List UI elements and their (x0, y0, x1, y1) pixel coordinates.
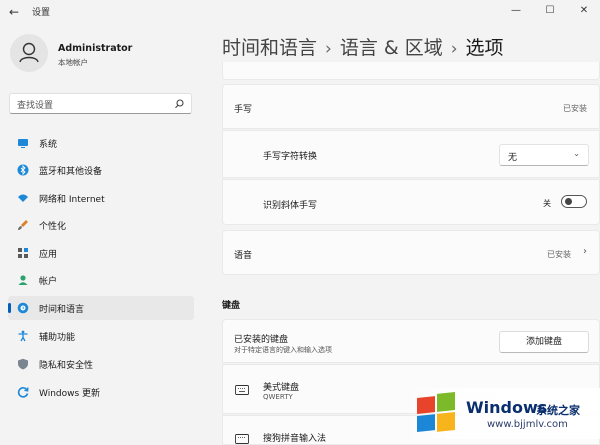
breadcrumb: 时间和语言 › 语言 & 区域 › 选项 (222, 33, 504, 60)
minimize-icon[interactable]: — (504, 2, 528, 20)
sidebar-item-time-language[interactable]: 时间和语言 (8, 296, 194, 320)
add-keyboard-button[interactable]: 添加键盘 (499, 331, 589, 353)
keyboard-layout-name: 搜狗拼音输入法 (263, 434, 327, 444)
sidebar-item-bluetooth[interactable]: 蓝牙和其他设备 (8, 158, 194, 182)
user-account-type: 本地帐户 (58, 58, 88, 67)
sidebar-item-accessibility[interactable]: 辅助功能 (8, 324, 194, 348)
globe-clock-icon (17, 302, 29, 314)
sidebar-item-windows-update[interactable]: Windows 更新 (8, 380, 194, 404)
keyboard-icon (235, 434, 249, 444)
conversion-label: 手写字符转换 (263, 152, 318, 162)
toggle-knob (565, 198, 572, 205)
conversion-dropdown[interactable]: 无 ⌄ (499, 144, 589, 166)
search-input[interactable]: 查找设置 (17, 98, 53, 111)
italic-handwriting-row: 识别斜体手写 关 (222, 179, 600, 225)
sidebar-item-label: 应用 (39, 250, 58, 260)
sidebar-item-network[interactable]: 网络和 Internet (8, 186, 194, 210)
keyboard-section-title: 键盘 (222, 301, 241, 311)
conversion-value: 无 (508, 153, 518, 163)
sidebar-item-label: 系统 (39, 140, 58, 150)
sidebar-item-accounts[interactable]: 帐户 (8, 268, 194, 292)
close-icon[interactable]: ✕ (572, 2, 596, 20)
watermark-url: www.bjjmlv.com (487, 419, 568, 430)
sidebar-item-label: Windows 更新 (39, 389, 101, 399)
user-name: Administrator (58, 43, 133, 54)
search-box[interactable]: 查找设置 (9, 93, 192, 114)
keyboard-layout-name: 美式键盘 (263, 383, 300, 393)
italic-label: 识别斜体手写 (263, 201, 318, 211)
display-icon (18, 139, 28, 148)
sidebar-item-label: 蓝牙和其他设备 (39, 167, 103, 177)
speech-status: 已安装 (547, 250, 571, 259)
person-icon (18, 275, 28, 285)
sidebar-item-privacy[interactable]: 隐私和安全性 (8, 352, 194, 376)
handwriting-header-row[interactable]: 手写 已安装 (222, 84, 600, 129)
back-arrow-icon[interactable]: ← (6, 4, 22, 20)
italic-state: 关 (543, 199, 551, 208)
sidebar-item-label: 隐私和安全性 (39, 361, 94, 371)
sidebar-item-personalization[interactable]: 个性化 (8, 213, 194, 237)
breadcrumb-separator: › (450, 39, 458, 59)
accessibility-icon (18, 330, 28, 342)
installed-keyboards-desc: 对于特定语言的键入和输入选项 (234, 346, 332, 354)
breadcrumb-separator: › (325, 39, 332, 59)
sidebar-item-system[interactable]: 系统 (8, 131, 194, 155)
sidebar-item-label: 网络和 Internet (39, 195, 105, 205)
maximize-icon[interactable]: ☐ (538, 2, 562, 20)
apps-icon (18, 248, 28, 258)
speech-label: 语音 (234, 251, 253, 261)
sidebar-item-label: 时间和语言 (39, 305, 85, 315)
chevron-down-icon: ⌄ (573, 149, 580, 158)
bluetooth-icon (17, 164, 29, 176)
breadcrumb-time-language[interactable]: 时间和语言 (222, 37, 317, 59)
italic-toggle[interactable] (561, 195, 587, 208)
title-bar: ← 设置 — ☐ ✕ (0, 0, 600, 24)
keyboard-icon (235, 385, 249, 395)
update-icon (17, 387, 29, 398)
person-icon (19, 42, 39, 63)
selection-indicator (8, 303, 11, 313)
sidebar-item-label: 帐户 (39, 277, 58, 287)
sidebar-item-label: 辅助功能 (39, 333, 76, 343)
handwriting-label: 手写 (234, 105, 253, 115)
shield-icon (18, 358, 28, 370)
sidebar-item-apps[interactable]: 应用 (8, 241, 194, 265)
search-icon[interactable] (173, 98, 185, 110)
watermark-tagline: 系统之家 (536, 404, 580, 417)
wifi-icon (18, 194, 28, 202)
handwriting-status: 已安装 (563, 104, 587, 113)
breadcrumb-language-region[interactable]: 语言 & 区域 (340, 37, 443, 59)
installed-keyboards-label: 已安装的键盘 (234, 335, 289, 345)
brush-icon (18, 220, 28, 230)
chevron-right-icon: › (583, 246, 587, 257)
page-title: 选项 (465, 37, 504, 59)
speech-row[interactable]: 语音 已安装 › (222, 230, 600, 275)
avatar[interactable] (10, 34, 48, 72)
keyboard-layout-type: QWERTY (263, 393, 293, 401)
app-title: 设置 (32, 8, 51, 18)
clipped-card (222, 62, 600, 80)
sidebar-item-label: 个性化 (39, 222, 67, 232)
